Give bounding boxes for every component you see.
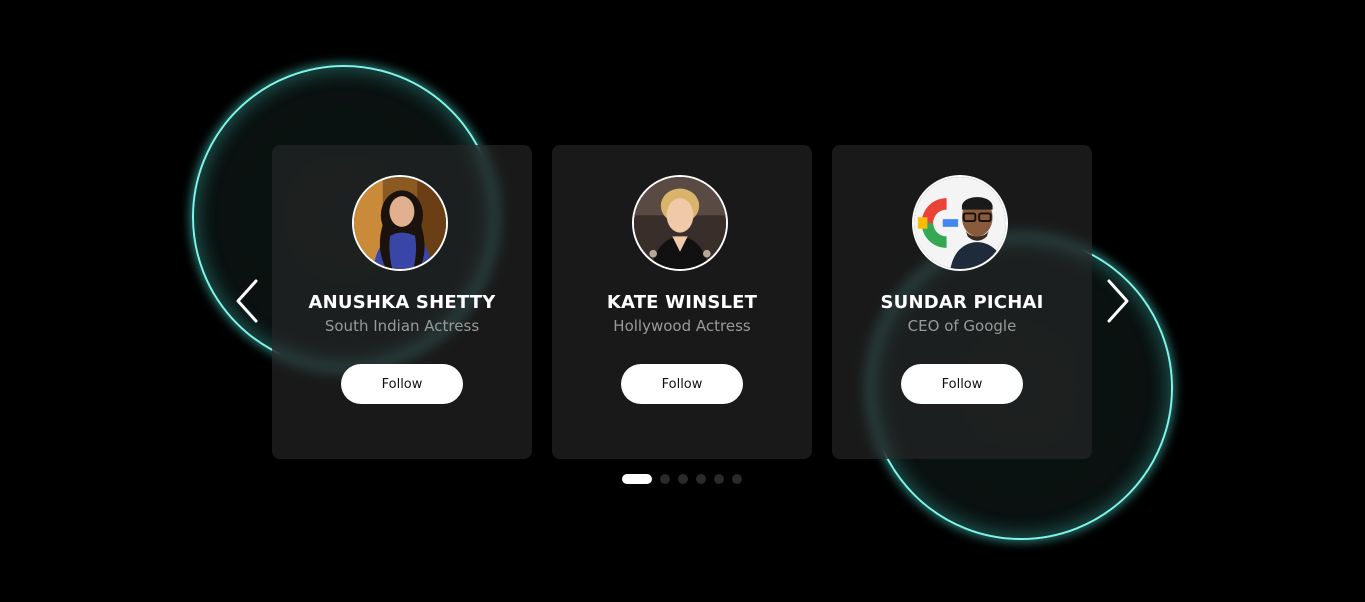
avatar-photo: [914, 177, 1006, 269]
profile-card: KATE WINSLET Hollywood Actress Follow: [552, 145, 812, 459]
profile-role: CEO of Google: [907, 317, 1017, 335]
profile-card: ANUSHKA SHETTY South Indian Actress Foll…: [272, 145, 532, 459]
pagination-dots: [622, 474, 742, 484]
profile-card: SUNDAR PICHAI CEO of Google Follow: [832, 145, 1092, 459]
pagination-dot-active[interactable]: [622, 474, 652, 484]
profile-name: KATE WINSLET: [606, 292, 758, 313]
follow-button[interactable]: Follow: [901, 364, 1023, 404]
profile-name: SUNDAR PICHAI: [880, 292, 1044, 313]
avatar: [632, 175, 728, 271]
slider-stage: ANUSHKA SHETTY South Indian Actress Foll…: [0, 0, 1365, 602]
pagination-dot[interactable]: [732, 474, 742, 484]
pagination-dot[interactable]: [696, 474, 706, 484]
follow-button[interactable]: Follow: [341, 364, 463, 404]
profile-name: ANUSHKA SHETTY: [308, 292, 496, 313]
avatar-photo: [354, 177, 446, 269]
avatar: [352, 175, 448, 271]
chevron-right-icon[interactable]: [1103, 277, 1133, 325]
pagination-dot[interactable]: [678, 474, 688, 484]
profile-role: South Indian Actress: [324, 317, 480, 335]
card-list: ANUSHKA SHETTY South Indian Actress Foll…: [272, 145, 1092, 459]
pagination-dot[interactable]: [660, 474, 670, 484]
pagination-dot[interactable]: [714, 474, 724, 484]
chevron-left-icon[interactable]: [232, 277, 262, 325]
avatar: [912, 175, 1008, 271]
avatar-photo: [634, 177, 726, 269]
profile-role: Hollywood Actress: [613, 317, 751, 335]
follow-button[interactable]: Follow: [621, 364, 743, 404]
